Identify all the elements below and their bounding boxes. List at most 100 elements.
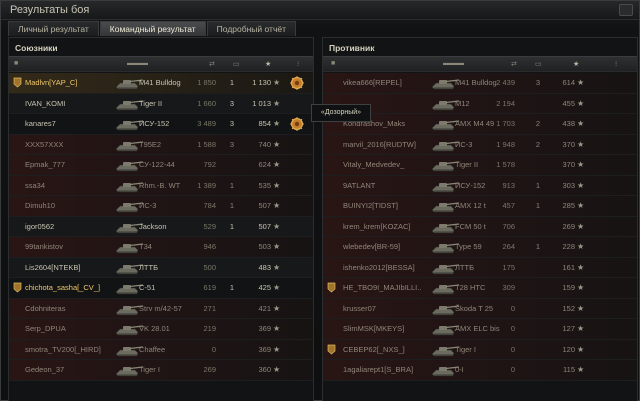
damage-value: 0 — [211, 344, 216, 354]
xp-value: 483 — [258, 262, 271, 272]
player-row[interactable]: ssa34 Rhm.-B. WT 1 389 1 535 ★ — [9, 175, 313, 196]
player-row[interactable]: kanares7 ИСУ-152 3 489 3 854 ★ — [9, 114, 313, 135]
rank-icon — [327, 344, 336, 354]
player-name: Dimuh10 — [25, 201, 56, 210]
damage-value: 706 — [502, 221, 515, 231]
tank-column-icon[interactable]: ▬▬▬ — [127, 60, 148, 69]
star-icon: ★ — [577, 303, 585, 313]
medals-column-icon[interactable]: ⁝ — [297, 60, 299, 69]
tank-name: ЛТТБ — [139, 262, 159, 272]
allies-header: ■ ▬▬▬ ⇄ ▭ ★ ⁝ — [9, 56, 313, 72]
tab-personal-result[interactable]: Личный результат — [8, 21, 99, 36]
damage-value: 175 — [502, 262, 515, 272]
kills-value: 1 — [229, 283, 235, 292]
xp-value: 1 130 — [252, 78, 271, 87]
enemies-header: ■ ▬▬▬ ⇄ ▭ ★ ⁝ — [323, 56, 637, 72]
player-row[interactable]: HE_TBO9I_MAJIbILLI.. T28 HTC 309 159 ★ — [323, 278, 637, 299]
player-row[interactable]: Lis2604[NTEKB] ЛТТБ 500 483 ★ — [9, 258, 313, 278]
star-icon: ★ — [273, 242, 281, 251]
star-icon: ★ — [577, 139, 585, 149]
player-name: vikea666[REPEL] — [343, 78, 402, 87]
xp-column-icon[interactable]: ★ — [573, 60, 579, 69]
player-name: BUINYI2[TIDST] — [343, 201, 399, 210]
player-row[interactable]: chichota_sasha[_CV_] С-51 619 1 425 ★ — [9, 278, 313, 299]
kills-value: 2 — [535, 119, 541, 128]
tank-name: Jackson — [139, 221, 167, 231]
tab-team-result[interactable]: Командный результат — [99, 21, 206, 36]
player-row[interactable]: Vitaly_Medvedev_ Tiger II 1 578 370 ★ — [323, 155, 637, 176]
player-row[interactable]: CEBEP62[_NXS_] Tiger I 0 120 ★ — [323, 339, 637, 360]
kills-value: 1 — [229, 201, 235, 210]
tank-name: Tiger I — [139, 365, 160, 374]
player-name: marvil_2016[RUDTW] — [343, 139, 416, 149]
tank-name: ИС-3 — [139, 201, 157, 210]
player-name: wlebedev[BR-59] — [343, 242, 401, 251]
player-row[interactable]: 99tankistov T34 946 503 ★ — [9, 237, 313, 258]
star-icon: ★ — [273, 139, 281, 149]
damage-column-icon[interactable]: ⇄ — [511, 60, 517, 69]
medals-column-icon[interactable]: ⁝ — [615, 60, 617, 69]
player-row[interactable]: Gedeon_37 Tiger I 269 360 ★ — [9, 360, 313, 381]
tank-name: M41 Bulldog — [139, 78, 181, 87]
player-row[interactable]: ishenko2012[BESSA] ЛТТБ 175 161 ★ — [323, 257, 637, 278]
damage-value: 529 — [203, 221, 216, 231]
player-name: Cdohniteras — [25, 303, 66, 313]
tank-column-icon[interactable]: ▬▬▬ — [443, 60, 464, 69]
damage-column-icon[interactable]: ⇄ — [209, 60, 215, 69]
player-name: Epmak_777 — [25, 160, 66, 169]
player-row[interactable]: igor0562 Jackson 529 1 507 ★ — [9, 217, 313, 237]
close-button[interactable] — [619, 4, 633, 16]
kills-column-icon[interactable]: ▭ — [233, 60, 240, 69]
xp-value: 370 — [562, 160, 575, 169]
player-row[interactable]: Epmak_777 СУ-122-44 792 624 ★ — [9, 155, 313, 176]
player-row[interactable]: IVAN_KOMI Tiger II 1 660 3 1 013 ★ — [9, 94, 313, 114]
medal-icon[interactable] — [289, 75, 305, 91]
player-row[interactable]: Madlvn[YAP_C] M41 Bulldog 1 850 1 1 130 ★ — [9, 73, 313, 94]
allies-panel: Союзники ■ ▬▬▬ ⇄ ▭ ★ ⁝ Madlvn[YAP_C] M41 … — [8, 37, 314, 401]
damage-value: 619 — [203, 283, 216, 292]
xp-column-icon[interactable]: ★ — [265, 60, 271, 69]
player-row[interactable]: marvil_2016[RUDTW] ИС-3 1 948 2 370 ★ — [323, 134, 637, 155]
damage-value: 0 — [510, 344, 515, 354]
player-row[interactable]: krusser07 Škoda T 25 0 152 ★ — [323, 298, 637, 319]
player-row[interactable]: 9ATLANT ИСУ-152 913 1 303 ★ — [323, 175, 637, 196]
rank-icon — [13, 77, 22, 88]
star-icon: ★ — [273, 98, 281, 108]
tank-name: VK 28.01 — [139, 324, 170, 333]
xp-value: 624 — [258, 160, 271, 169]
player-name: CEBEP62[_NXS_] — [343, 344, 405, 354]
kills-column-icon[interactable]: ▭ — [535, 60, 542, 69]
player-row[interactable]: vikea666[REPEL] M41 Bulldog 2 439 3 614 ★ — [323, 73, 637, 94]
xp-value: 425 — [258, 283, 271, 292]
player-row[interactable]: wlebedev[BR-59] Type 59 264 1 228 ★ — [323, 237, 637, 258]
tank-name: СУ-122-44 — [139, 160, 175, 169]
tab-detailed-report[interactable]: Подробный отчёт — [206, 21, 296, 36]
player-row[interactable]: 1agaliarept1[S_BRA] 0-I 0 115 ★ — [323, 360, 637, 381]
player-row[interactable]: XXX57XXX T95E2 1 588 3 740 ★ — [9, 134, 313, 155]
xp-value: 455 — [562, 98, 575, 108]
rank-column-icon[interactable]: ■ — [14, 60, 18, 69]
star-icon: ★ — [273, 262, 281, 272]
medal-icon[interactable] — [289, 116, 305, 132]
damage-value: 2 439 — [496, 78, 515, 87]
xp-value: 438 — [562, 119, 575, 128]
star-icon: ★ — [273, 344, 281, 354]
kills-value: 1 — [229, 78, 235, 87]
player-row[interactable]: Dimuh10 ИС-3 784 1 507 ★ — [9, 196, 313, 217]
allies-list: Madlvn[YAP_C] M41 Bulldog 1 850 1 1 130 ★ IVAN… — [9, 73, 313, 381]
battle-results-window: Результаты боя Личный результат Командны… — [0, 0, 640, 401]
rank-column-icon[interactable]: ■ — [331, 60, 335, 69]
player-name: Vitaly_Medvedev_ — [343, 160, 405, 169]
xp-value: 507 — [258, 201, 271, 210]
player-row[interactable]: Cdohniteras Strv m/42-57 271 421 ★ — [9, 298, 313, 319]
player-name: ishenko2012[BESSA] — [343, 262, 415, 272]
player-row[interactable]: krem_krem[KOZAC] FCM 50 t 706 269 ★ — [323, 216, 637, 237]
player-row[interactable]: SlimMSK[MKEYS] AMX ELC bis 0 127 ★ — [323, 319, 637, 340]
damage-value: 1 588 — [197, 139, 216, 149]
player-name: Madlvn[YAP_C] — [25, 78, 78, 87]
xp-value: 369 — [258, 344, 271, 354]
player-row[interactable]: BUINYI2[TIDST] AMX 12 t 457 1 285 ★ — [323, 196, 637, 217]
player-row[interactable]: smotra_TV200[_HIRD] Chaffee 0 369 ★ — [9, 339, 313, 360]
player-row[interactable]: Serp_DPUA VK 28.01 219 369 ★ — [9, 319, 313, 340]
xp-value: 535 — [258, 180, 271, 190]
